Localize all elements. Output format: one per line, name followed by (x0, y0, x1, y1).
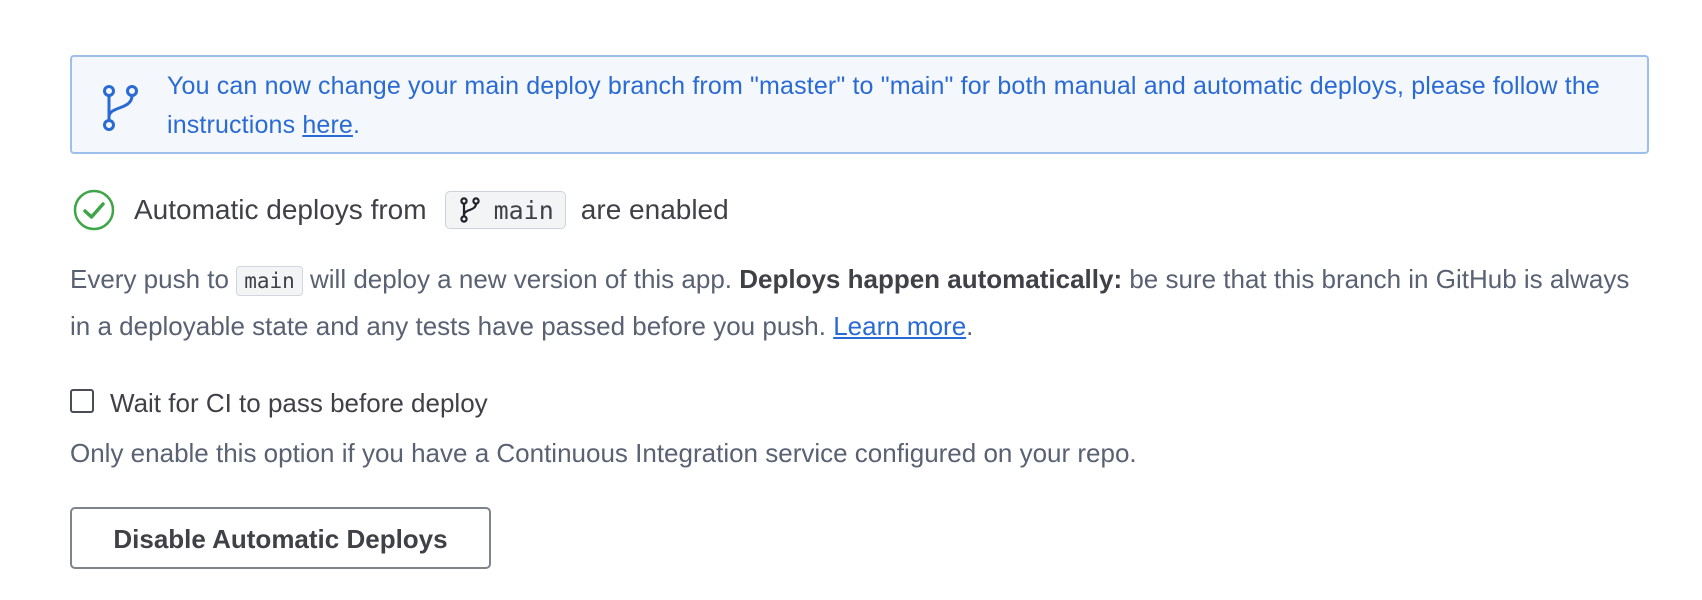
git-branch-icon (459, 197, 480, 223)
info-banner: You can now change your main deploy bran… (70, 55, 1649, 154)
emphasis-text: Deploys happen automatically: (739, 264, 1123, 294)
wait-for-ci-checkbox[interactable] (70, 388, 94, 413)
ci-help-text: Only enable this option if you have a Co… (70, 438, 1137, 468)
learn-more-link[interactable]: Learn more (833, 311, 966, 341)
check-circle-icon (73, 189, 115, 231)
banner-message: You can now change your main deploy bran… (167, 72, 1600, 139)
status-tail-text: are enabled (580, 194, 729, 225)
status-lead-text: Automatic deploys from (134, 194, 427, 225)
deploy-description: Every push to main will deploy a new ver… (70, 264, 1630, 341)
branch-code: main (236, 266, 303, 296)
wait-for-ci-option[interactable]: Wait for CI to pass before deploy (70, 388, 488, 419)
auto-deploy-status: Automatic deploys from main are enabled (70, 187, 729, 233)
wait-for-ci-label[interactable]: Wait for CI to pass before deploy (110, 388, 488, 419)
branch-chip: main (444, 191, 566, 229)
branch-name: main (493, 195, 554, 225)
disable-automatic-deploys-button[interactable]: Disable Automatic Deploys (70, 507, 491, 569)
git-branch-icon (103, 85, 138, 131)
instructions-link[interactable]: here (302, 111, 353, 139)
